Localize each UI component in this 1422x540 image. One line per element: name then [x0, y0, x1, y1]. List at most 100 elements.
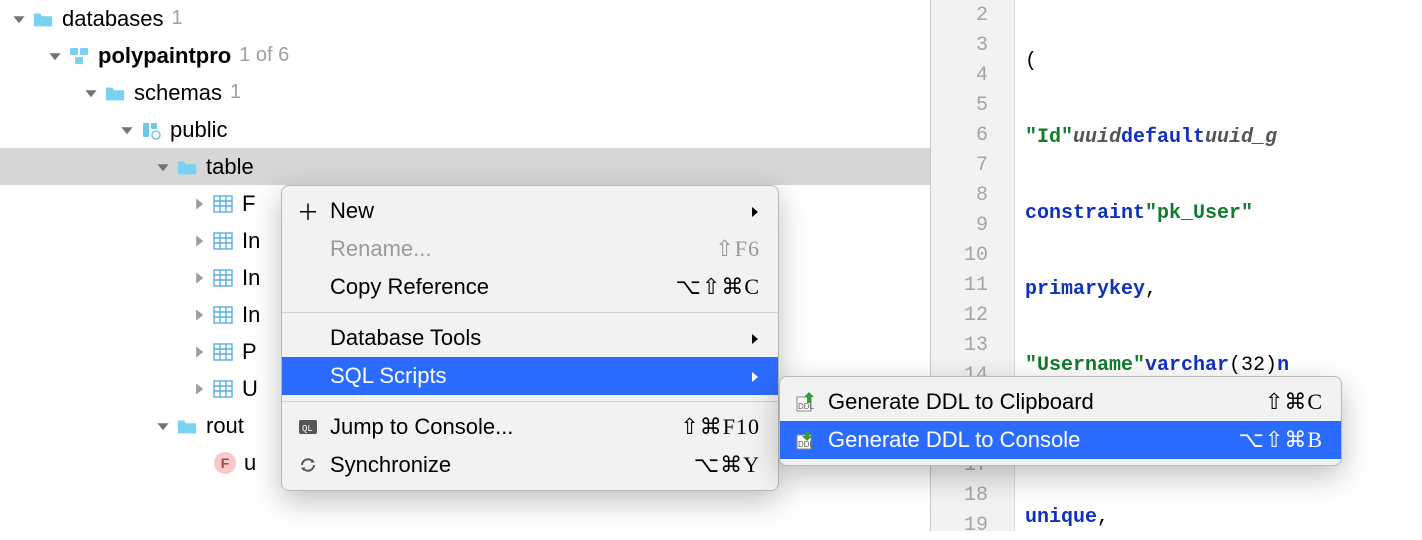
submenu-arrow-icon	[750, 198, 760, 224]
tree-label: In	[242, 302, 260, 328]
menu-copy-reference[interactable]: Copy Reference ⌥⇧⌘C	[282, 268, 778, 306]
line-number: 11	[931, 270, 1014, 300]
menu-rename[interactable]: Rename... ⇧F6	[282, 230, 778, 268]
table-icon	[212, 378, 234, 400]
code-text: n	[1277, 354, 1289, 377]
tree-label: table	[206, 154, 254, 180]
chevron-right-icon	[192, 234, 206, 248]
chevron-right-icon	[192, 345, 206, 359]
menu-database-tools[interactable]: Database Tools	[282, 319, 778, 357]
table-icon	[212, 193, 234, 215]
chevron-down-icon	[156, 160, 170, 174]
line-number: 2	[931, 0, 1014, 30]
code-text: (32)	[1229, 354, 1277, 377]
menu-label: Jump to Console...	[330, 414, 680, 440]
table-icon	[212, 230, 234, 252]
menu-label: SQL Scripts	[330, 363, 740, 389]
context-menu: ＋ New Rename... ⇧F6 Copy Reference ⌥⇧⌘C …	[281, 185, 779, 491]
tree-label: P	[242, 339, 257, 365]
code-text: uuid_g	[1205, 126, 1277, 149]
code-text: varchar	[1145, 354, 1229, 377]
ddl-clipboard-icon: DDL	[794, 391, 818, 413]
code-text: key	[1109, 278, 1145, 301]
tree-tables[interactable]: table	[0, 148, 930, 185]
code-text: uuid	[1073, 126, 1121, 149]
tree-label: schemas	[134, 80, 222, 106]
table-icon	[212, 267, 234, 289]
menu-shortcut: ⌥⌘Y	[694, 452, 760, 478]
line-number: 7	[931, 150, 1014, 180]
tree-count: 1	[230, 81, 241, 104]
code-text: "pk_User"	[1145, 202, 1253, 225]
folder-icon	[176, 156, 198, 178]
menu-synchronize[interactable]: Synchronize ⌥⌘Y	[282, 446, 778, 484]
chevron-right-icon	[192, 382, 206, 396]
code-text: (	[1025, 50, 1037, 73]
svg-text:DDL: DDL	[798, 440, 815, 449]
tree-schema-public[interactable]: public	[0, 111, 930, 148]
menu-label: Generate DDL to Console	[828, 427, 1239, 453]
code-text: "Username"	[1025, 354, 1145, 377]
code-text: ,	[1097, 506, 1109, 529]
menu-new[interactable]: ＋ New	[282, 192, 778, 230]
line-number: 6	[931, 120, 1014, 150]
menu-separator	[282, 312, 778, 313]
folder-icon	[32, 8, 54, 30]
tree-label: F	[242, 191, 255, 217]
chevron-down-icon	[12, 12, 26, 26]
line-number: 18	[931, 480, 1014, 510]
tree-label: public	[170, 117, 227, 143]
chevron-down-icon	[84, 86, 98, 100]
function-icon: F	[214, 452, 236, 474]
line-number: 10	[931, 240, 1014, 270]
tree-count: 1	[172, 7, 183, 30]
menu-shortcut: ⇧⌘C	[1265, 389, 1323, 415]
line-number: 4	[931, 60, 1014, 90]
code-text: default	[1121, 126, 1205, 149]
submenu-arrow-icon	[750, 363, 760, 389]
line-number: 9	[931, 210, 1014, 240]
tree-label: In	[242, 265, 260, 291]
menu-generate-ddl-console[interactable]: DDL Generate DDL to Console ⌥⇧⌘B	[780, 421, 1341, 459]
menu-label: Database Tools	[330, 325, 740, 351]
database-icon	[68, 45, 90, 67]
svg-text:QL: QL	[302, 424, 313, 434]
tree-databases[interactable]: databases 1	[0, 0, 930, 37]
menu-label: Generate DDL to Clipboard	[828, 389, 1265, 415]
tree-label: U	[242, 376, 258, 402]
menu-jump-console[interactable]: QL Jump to Console... ⇧⌘F10	[282, 408, 778, 446]
menu-shortcut: ⌥⇧⌘C	[676, 274, 760, 300]
tree-label: rout	[206, 413, 244, 439]
table-icon	[212, 341, 234, 363]
chevron-right-icon	[192, 271, 206, 285]
tree-schemas[interactable]: schemas 1	[0, 74, 930, 111]
line-number: 5	[931, 90, 1014, 120]
svg-text:DDL: DDL	[798, 402, 815, 411]
tree-label: u	[244, 450, 256, 476]
chevron-right-icon	[192, 197, 206, 211]
menu-label: Synchronize	[330, 452, 694, 478]
line-number: 8	[931, 180, 1014, 210]
chevron-down-icon	[120, 123, 134, 137]
sync-icon	[296, 455, 320, 475]
tree-label: databases	[62, 6, 164, 32]
ddl-console-icon: DDL	[794, 429, 818, 451]
schema-icon	[140, 119, 162, 141]
submenu-arrow-icon	[750, 325, 760, 351]
tree-count: 1 of 6	[239, 44, 289, 67]
menu-separator	[282, 401, 778, 402]
menu-label: Copy Reference	[330, 274, 676, 300]
plus-icon: ＋	[296, 195, 320, 227]
sql-scripts-submenu: DDL Generate DDL to Clipboard ⇧⌘C DDL Ge…	[779, 376, 1342, 466]
tree-database[interactable]: polypaintpro 1 of 6	[0, 37, 930, 74]
table-icon	[212, 304, 234, 326]
chevron-down-icon	[48, 49, 62, 63]
code-text: ,	[1145, 278, 1157, 301]
code-text: constraint	[1025, 202, 1145, 225]
menu-shortcut: ⌥⇧⌘B	[1239, 427, 1323, 453]
menu-sql-scripts[interactable]: SQL Scripts	[282, 357, 778, 395]
menu-generate-ddl-clipboard[interactable]: DDL Generate DDL to Clipboard ⇧⌘C	[780, 383, 1341, 421]
console-icon: QL	[296, 419, 320, 435]
line-number: 3	[931, 30, 1014, 60]
code-text: primary	[1025, 278, 1109, 301]
